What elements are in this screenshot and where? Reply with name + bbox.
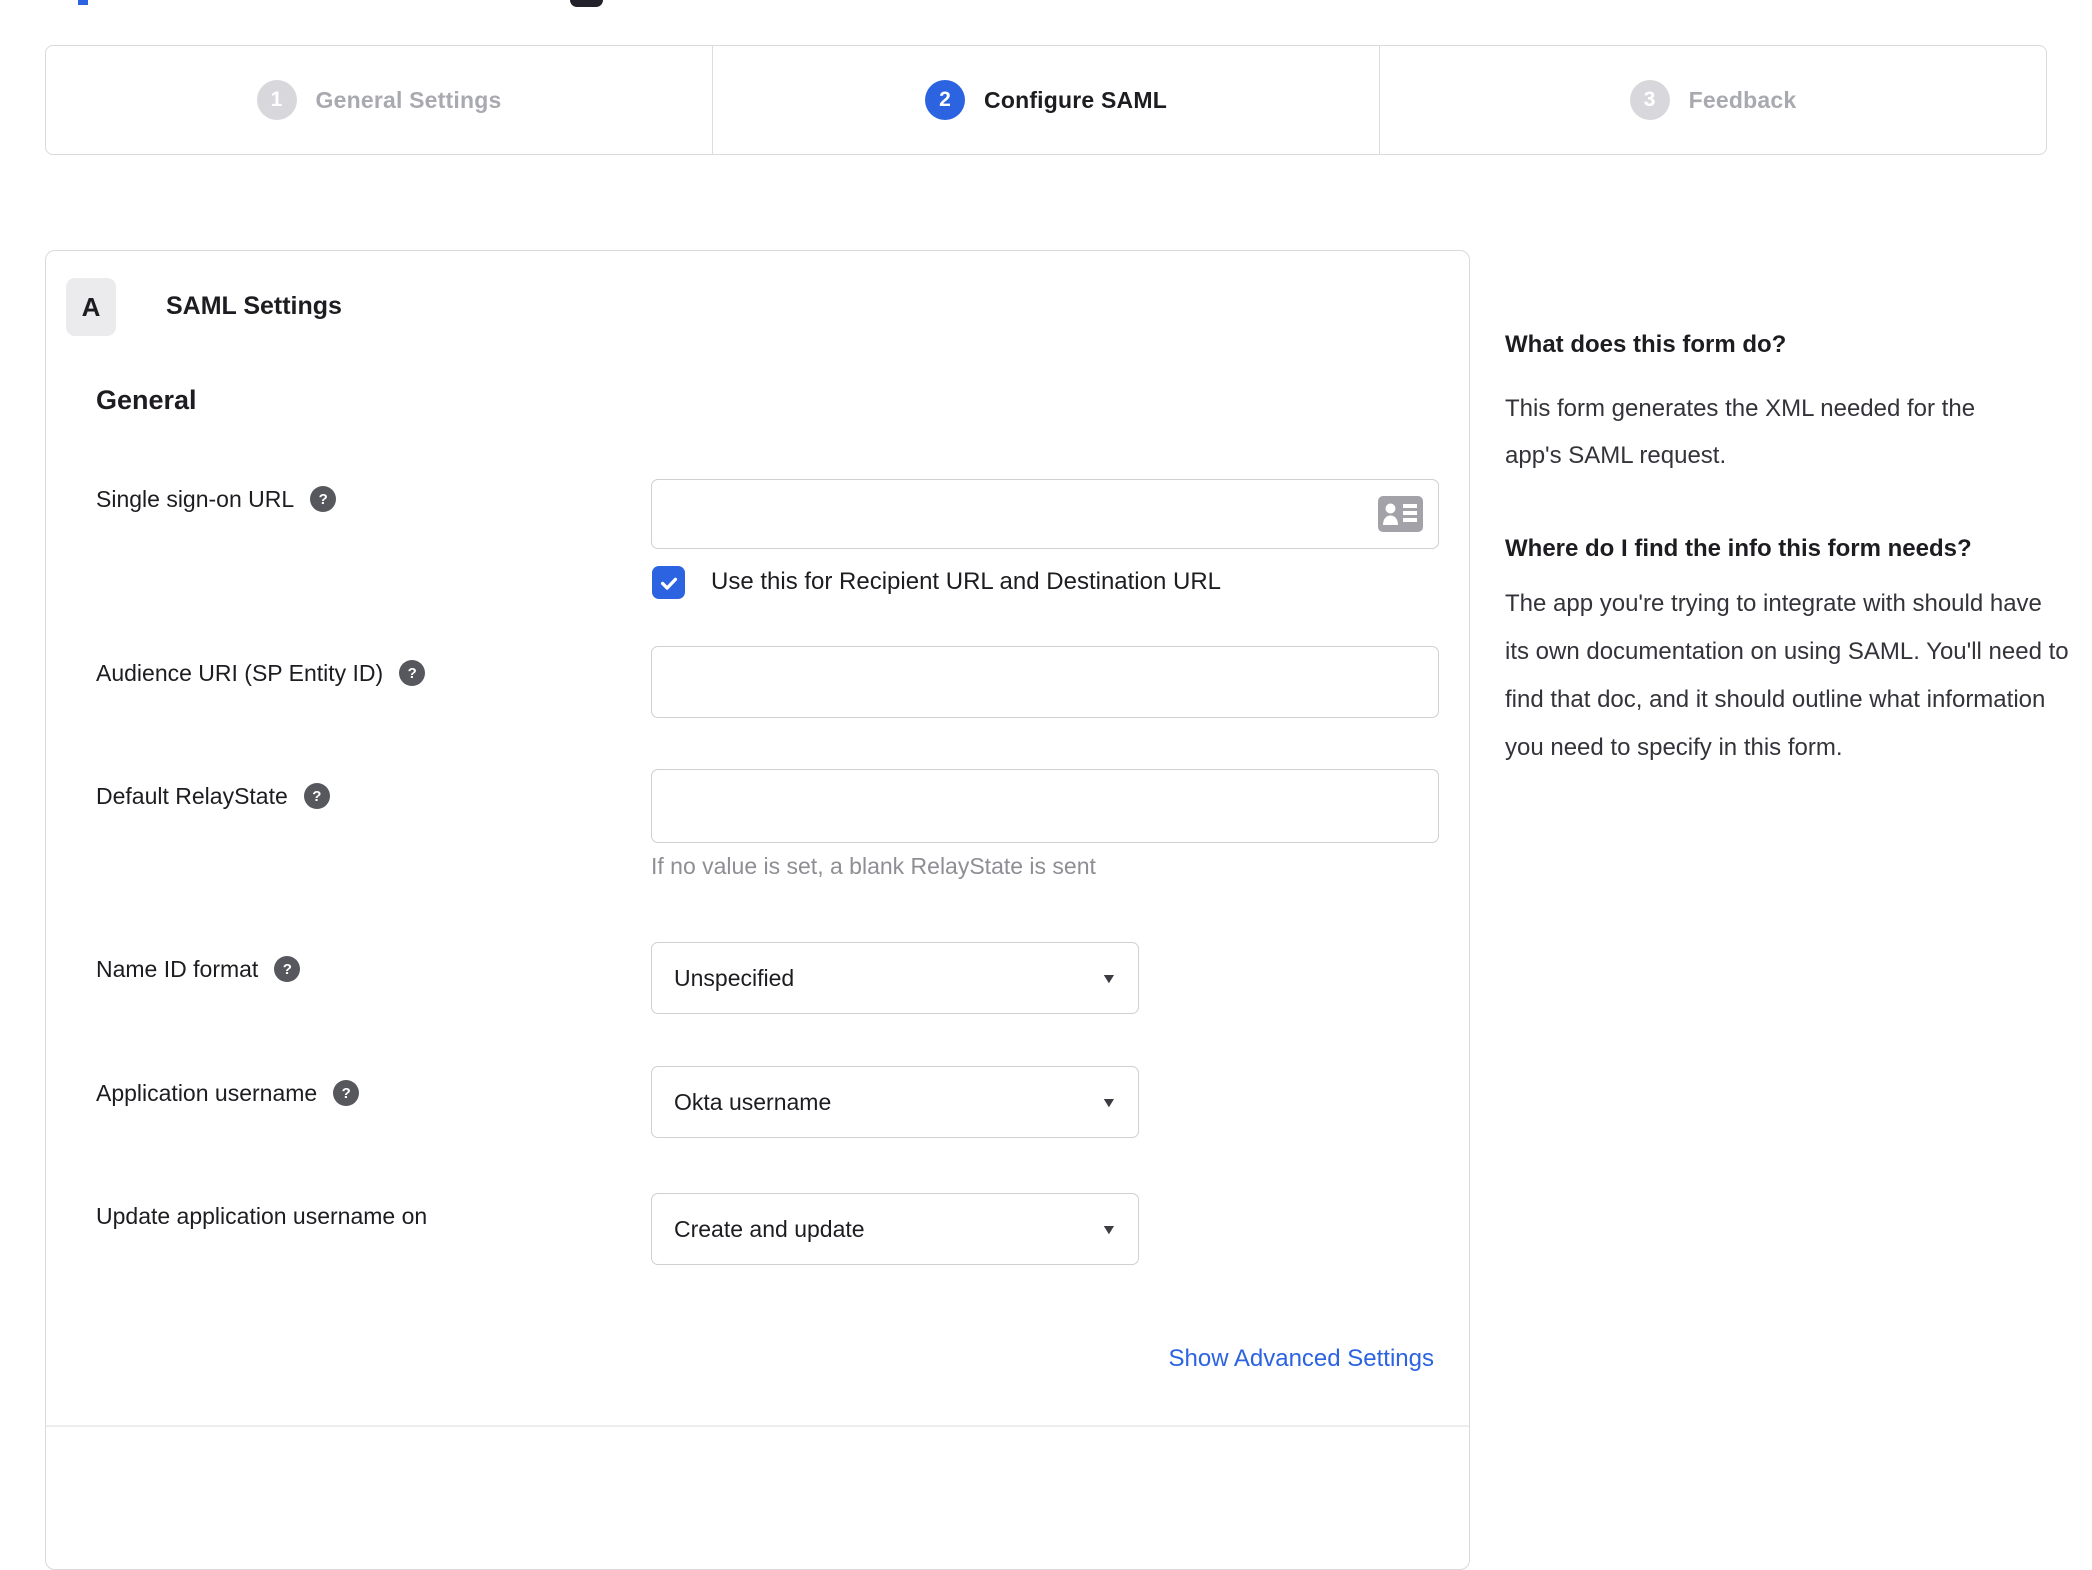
- update-username-label: Update application username on: [96, 1202, 428, 1229]
- header-fragment-dark-icon: [570, 0, 603, 7]
- general-section-heading: General: [96, 385, 197, 415]
- chevron-down-icon: ▼: [1100, 970, 1118, 986]
- audience-uri-input-wrap: [651, 646, 1439, 718]
- saml-settings-card: A SAML Settings General Single sign-on U…: [45, 250, 1470, 1570]
- audience-uri-input[interactable]: [651, 646, 1439, 718]
- section-a-badge: A: [66, 278, 116, 336]
- checkmark-icon: [660, 577, 677, 590]
- step-1-number: 1: [256, 80, 297, 120]
- sso-url-label: Single sign-on URL: [96, 485, 295, 512]
- sidebar-body-what: This form generates the XML needed for t…: [1505, 395, 1976, 469]
- update-username-select[interactable]: Create and update ▼: [651, 1193, 1139, 1265]
- update-username-label-row: Update application username on: [96, 1201, 427, 1231]
- step-general-settings[interactable]: 1 General Settings: [46, 46, 712, 154]
- sso-url-help-icon[interactable]: ?: [310, 486, 337, 512]
- step-1-label: General Settings: [315, 86, 502, 113]
- name-id-format-label: Name ID format: [96, 955, 259, 982]
- app-username-help-icon[interactable]: ?: [333, 1080, 360, 1106]
- help-sidebar: What does this form do? This form genera…: [1505, 330, 2070, 772]
- relaystate-label-row: Default RelayState ?: [96, 781, 330, 811]
- app-username-label: Application username: [96, 1079, 318, 1106]
- contact-card-icon: [1378, 496, 1423, 532]
- app-username-value: Okta username: [674, 1088, 832, 1115]
- app-username-select[interactable]: Okta username ▼: [651, 1066, 1139, 1138]
- update-username-value: Create and update: [674, 1215, 865, 1242]
- wizard-stepper: 1 General Settings 2 Configure SAML 3 Fe…: [45, 45, 2047, 155]
- sso-url-label-row: Single sign-on URL ?: [96, 484, 337, 514]
- relaystate-help-icon[interactable]: ?: [303, 783, 330, 809]
- name-id-format-value: Unspecified: [674, 964, 795, 991]
- recipient-url-checkbox[interactable]: [652, 566, 685, 599]
- section-divider: [46, 1425, 1469, 1427]
- sidebar-body-where: The app you're trying to integrate with …: [1505, 590, 2069, 761]
- audience-uri-help-icon[interactable]: ?: [399, 660, 426, 686]
- step-2-number: 2: [925, 80, 966, 120]
- header-fragment-blue-icon: [78, 0, 88, 5]
- app-username-label-row: Application username ?: [96, 1078, 360, 1108]
- sso-url-input-wrap: [651, 479, 1439, 549]
- relaystate-helper-text: If no value is set, a blank RelayState i…: [651, 853, 1096, 879]
- step-3-number: 3: [1629, 80, 1670, 120]
- sso-url-input[interactable]: [651, 479, 1439, 549]
- chevron-down-icon: ▼: [1100, 1221, 1118, 1237]
- relaystate-input-wrap: [651, 769, 1439, 843]
- relaystate-input[interactable]: [651, 769, 1439, 843]
- recipient-url-checkbox-label[interactable]: Use this for Recipient URL and Destinati…: [711, 568, 1221, 596]
- sidebar-heading-what: What does this form do?: [1505, 331, 1787, 358]
- show-advanced-settings-link[interactable]: Show Advanced Settings: [1168, 1345, 1434, 1373]
- chevron-down-icon: ▼: [1100, 1094, 1118, 1110]
- name-id-format-help-icon[interactable]: ?: [274, 956, 301, 982]
- step-configure-saml[interactable]: 2 Configure SAML: [712, 46, 1379, 154]
- audience-uri-label: Audience URI (SP Entity ID): [96, 659, 384, 686]
- name-id-format-select[interactable]: Unspecified ▼: [651, 942, 1139, 1014]
- step-feedback[interactable]: 3 Feedback: [1379, 46, 2046, 154]
- card-title: SAML Settings: [166, 292, 342, 320]
- sidebar-heading-where: Where do I find the info this form needs…: [1505, 535, 1972, 562]
- step-2-label: Configure SAML: [984, 86, 1167, 113]
- relaystate-label: Default RelayState: [96, 782, 288, 809]
- step-3-label: Feedback: [1688, 86, 1797, 113]
- audience-uri-label-row: Audience URI (SP Entity ID) ?: [96, 658, 426, 688]
- name-id-format-label-row: Name ID format ?: [96, 954, 301, 984]
